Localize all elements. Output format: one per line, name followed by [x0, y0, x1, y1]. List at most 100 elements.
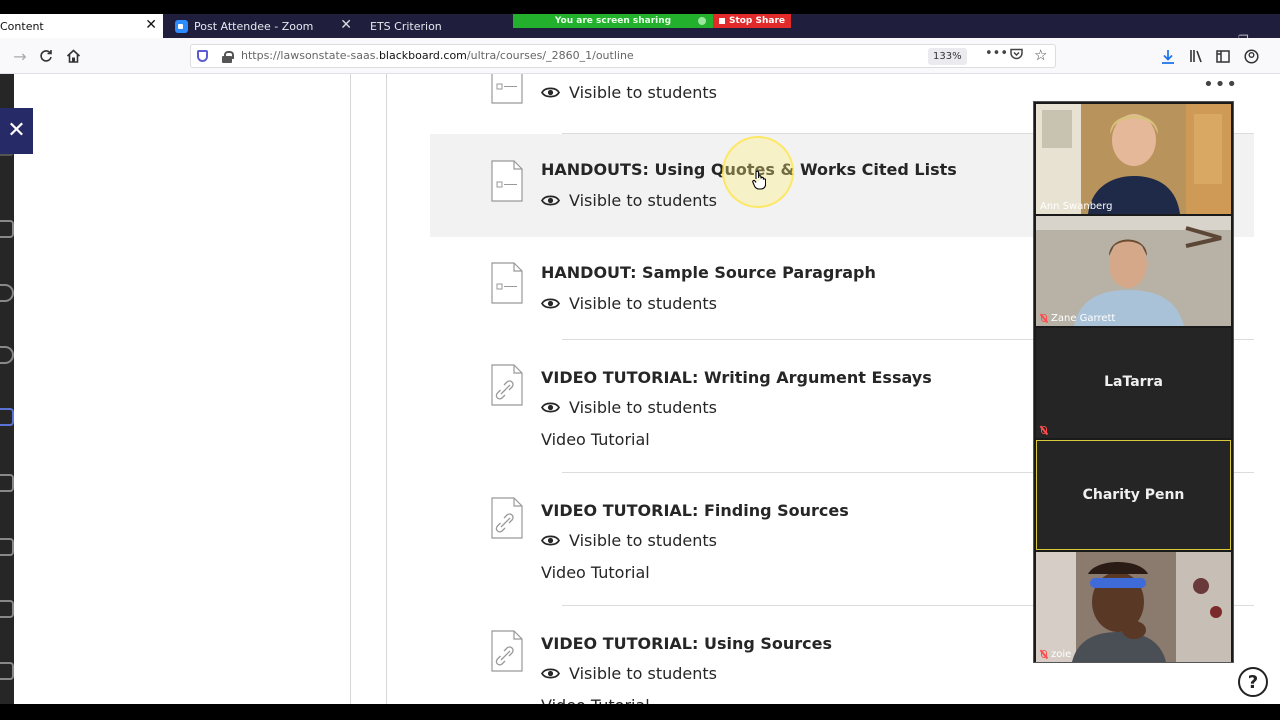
participant-video: [1036, 104, 1231, 214]
participant-name: Zane Garrett: [1040, 313, 1115, 324]
participant-tile[interactable]: Ann Swanberg: [1036, 104, 1231, 214]
tab-ets-label: ETS Criterion: [370, 19, 442, 33]
forward-icon[interactable]: →: [10, 46, 30, 66]
participant-name: zoie: [1040, 649, 1071, 660]
visibility-status[interactable]: Visible to students: [541, 294, 717, 313]
hand-cursor-icon: [752, 170, 766, 190]
muted-microphone-icon: [1040, 650, 1047, 659]
zoom-logo-icon: [175, 19, 188, 33]
participant-name-label: Ann Swanberg: [1040, 201, 1113, 212]
content-item-description: Video Tutorial: [541, 430, 650, 449]
tab-content[interactable]: Content ✕: [0, 14, 163, 38]
eye-icon: [541, 298, 560, 309]
stop-share-button[interactable]: Stop Share: [713, 14, 791, 28]
content-item-title[interactable]: VIDEO TUTORIAL: Finding Sources: [541, 501, 849, 520]
pocket-icon[interactable]: [1010, 48, 1023, 64]
eye-icon: [541, 668, 560, 679]
zoom-video-gallery: Ann Swanberg Zane Garrett LaTarra Charit…: [1033, 101, 1234, 663]
globe-icon[interactable]: [0, 346, 14, 364]
visibility-label: Visible to students: [569, 83, 717, 102]
url-prefix: https://lawsonstate-saas.: [241, 49, 379, 62]
participant-name: Ann Swanberg: [1040, 201, 1112, 212]
stop-share-label: Stop Share: [728, 16, 786, 26]
letterbox-bottom: [0, 704, 1280, 720]
muted-microphone-icon: [1040, 426, 1047, 435]
page-actions-icon[interactable]: •••: [985, 46, 1008, 61]
url-domain: blackboard.com: [378, 49, 467, 62]
download-icon[interactable]: [1158, 46, 1178, 66]
document-icon: [491, 74, 523, 104]
participant-name-label: Zane Garrett: [1051, 313, 1116, 324]
library-icon[interactable]: [1186, 46, 1206, 66]
account-icon[interactable]: [1241, 46, 1261, 66]
help-icon: ?: [1247, 671, 1259, 693]
blackboard-nav-strip: [0, 74, 14, 704]
eye-icon: [541, 195, 560, 206]
visibility-label: Visible to students: [569, 664, 717, 683]
visibility-status[interactable]: Visible to students: [541, 531, 717, 550]
content-item-title[interactable]: HANDOUT: Sample Source Paragraph: [541, 263, 876, 282]
participant-name-center: LaTarra: [1104, 374, 1163, 390]
participant-name-label: zoie: [1051, 649, 1072, 660]
institution-icon[interactable]: [0, 220, 14, 238]
participant-tile[interactable]: LaTarra: [1036, 328, 1231, 438]
link-icon: [491, 630, 523, 672]
visibility-status[interactable]: Visible to students: [541, 664, 717, 683]
visibility-status[interactable]: Visible to students: [541, 83, 717, 102]
lock-icon[interactable]: [222, 51, 234, 63]
tab-content-label: Content: [0, 19, 44, 33]
visibility-status[interactable]: Visible to students: [541, 191, 717, 210]
visibility-label: Visible to students: [569, 191, 717, 210]
visibility-status[interactable]: Visible to students: [541, 398, 717, 417]
screen-share-bar: You are screen sharing Stop Share: [513, 14, 791, 28]
tracking-protection-icon[interactable]: [197, 50, 208, 62]
bookmark-star-icon[interactable]: ☆: [1034, 46, 1047, 64]
close-tab-icon[interactable]: ✕: [340, 18, 352, 32]
visibility-label: Visible to students: [569, 398, 717, 417]
search-icon[interactable]: [0, 284, 14, 302]
eye-icon: [541, 402, 560, 413]
tab-ets-criterion[interactable]: ETS Criterion: [358, 14, 508, 38]
share-status-label: You are screen sharing: [554, 16, 672, 26]
sidebar-toggle-icon[interactable]: [1213, 46, 1233, 66]
letterbox-top: [0, 0, 1280, 14]
calendar-icon[interactable]: [0, 538, 14, 556]
shield-icon: [698, 17, 706, 25]
visibility-label: Visible to students: [569, 531, 717, 550]
participant-tile-active-speaker[interactable]: Charity Penn: [1036, 440, 1231, 550]
url-text[interactable]: https://lawsonstate-saas.blackboard.com/…: [241, 49, 634, 62]
document-icon: [491, 262, 523, 304]
zoom-level-badge[interactable]: 133%: [928, 48, 967, 65]
participant-video: [1036, 552, 1231, 662]
address-bar[interactable]: https://lawsonstate-saas.blackboard.com/…: [190, 44, 1056, 68]
grades-icon[interactable]: [0, 662, 14, 680]
close-panel-button[interactable]: ✕: [0, 108, 33, 154]
messages-icon[interactable]: [0, 600, 14, 618]
panel-divider: [350, 74, 351, 704]
reload-icon[interactable]: [36, 46, 56, 66]
close-tab-icon[interactable]: ✕: [145, 18, 157, 32]
url-path: /ultra/courses/_2860_1/outline: [466, 49, 634, 62]
people-icon[interactable]: [0, 474, 14, 492]
content-item-title[interactable]: VIDEO TUTORIAL: Using Sources: [541, 634, 832, 653]
participant-name-center: Charity Penn: [1082, 487, 1185, 503]
close-icon: ✕: [7, 118, 26, 143]
link-icon: [491, 364, 523, 406]
document-icon: [491, 160, 523, 202]
courses-icon[interactable]: [0, 408, 14, 426]
eye-icon: [541, 87, 560, 98]
participant-tile[interactable]: Zane Garrett: [1036, 216, 1231, 326]
link-icon: [491, 497, 523, 539]
share-status: You are screen sharing: [513, 14, 713, 28]
tab-zoom[interactable]: Post Attendee - Zoom ✕: [163, 14, 358, 38]
participant-video: [1036, 216, 1231, 326]
content-item-description: Video Tutorial: [541, 563, 650, 582]
content-item-title[interactable]: VIDEO TUTORIAL: Writing Argument Essays: [541, 368, 932, 387]
stop-icon: [718, 18, 725, 24]
participant-tile[interactable]: zoie: [1036, 552, 1231, 662]
muted-microphone-icon: [1040, 314, 1047, 323]
tab-zoom-label: Post Attendee - Zoom: [194, 19, 314, 33]
home-icon[interactable]: [63, 46, 83, 66]
participant-status: [1040, 426, 1051, 435]
help-button[interactable]: ?: [1238, 667, 1268, 697]
